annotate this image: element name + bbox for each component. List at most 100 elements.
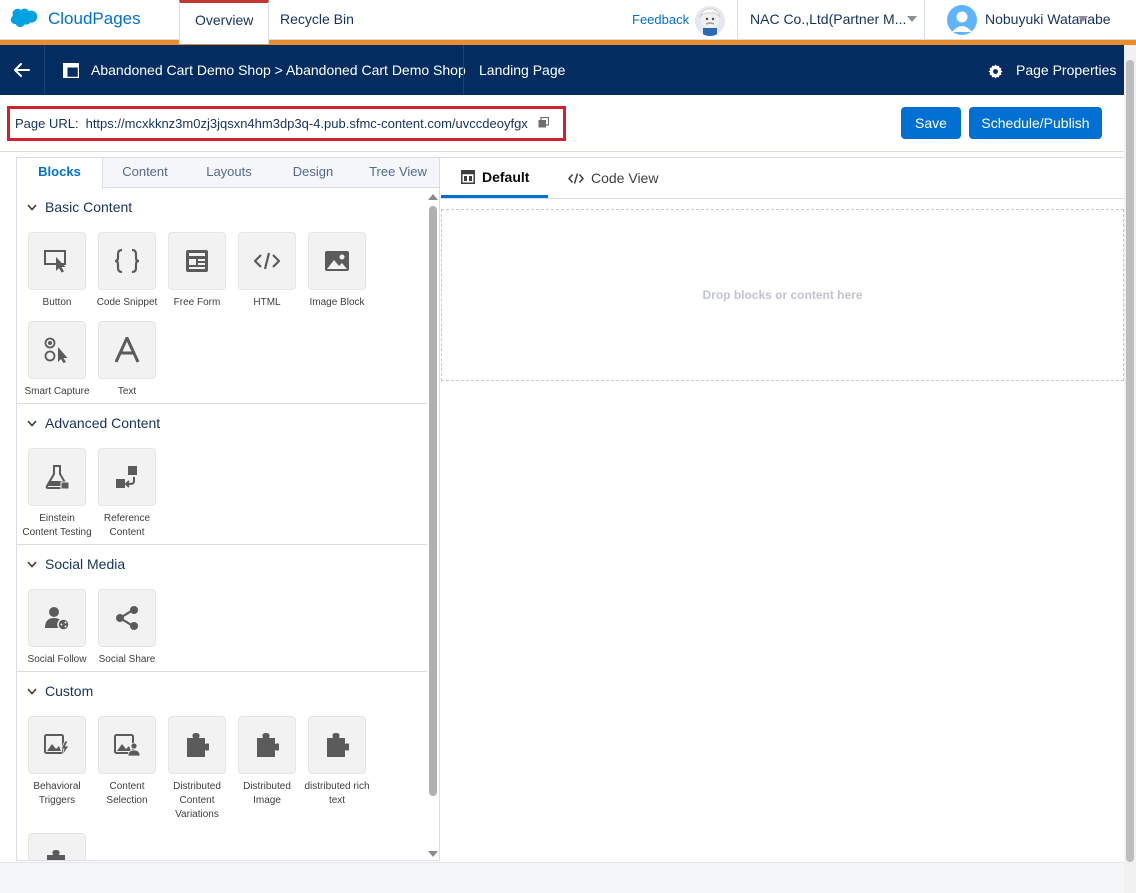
- org-caret-icon[interactable]: [907, 16, 917, 22]
- gear-icon[interactable]: [988, 64, 1003, 82]
- section-custom[interactable]: Custom: [27, 683, 93, 699]
- section-basic-content[interactable]: Basic Content: [27, 199, 132, 215]
- tab-content[interactable]: Content: [103, 158, 187, 188]
- block-content-selection[interactable]: Content Selection: [92, 716, 162, 808]
- divider: [17, 671, 427, 672]
- page-icon: [62, 62, 80, 81]
- einstein-avatar[interactable]: [695, 6, 725, 36]
- chevron-down-icon: [27, 203, 37, 211]
- page-properties-button[interactable]: Page Properties: [1016, 62, 1116, 78]
- block-label: Smart Capture: [24, 386, 90, 397]
- share-icon: [98, 589, 156, 647]
- divider: [44, 45, 45, 95]
- tab-label: Code View: [591, 170, 659, 186]
- tab-label: Default: [482, 168, 530, 185]
- block-distributed-rich-text[interactable]: distributed rich text: [302, 716, 372, 808]
- einstein-icon: [699, 8, 721, 36]
- tab-recycle-bin[interactable]: Recycle Bin: [265, 0, 369, 40]
- app-logo[interactable]: CloudPages: [10, 8, 141, 30]
- section-title: Basic Content: [45, 199, 133, 215]
- tab-code-view[interactable]: Code View: [568, 158, 658, 198]
- org-switcher[interactable]: NAC Co.,Ltd(Partner M...: [750, 11, 906, 27]
- chevron-down-icon: [27, 687, 37, 695]
- block-code-snippet[interactable]: Code Snippet: [92, 232, 162, 310]
- puzzle-icon: [308, 716, 366, 774]
- block-label: Content Selection: [106, 781, 148, 806]
- panel-tabs: Blocks Content Layouts Design Tree View: [17, 158, 439, 189]
- block-behavioral-triggers[interactable]: Behavioral Triggers: [22, 716, 92, 808]
- block-label: Social Share: [98, 654, 156, 665]
- copy-icon[interactable]: [538, 116, 549, 131]
- schedule-publish-button[interactable]: Schedule/Publish: [969, 107, 1102, 139]
- block-label: Image Block: [309, 297, 365, 308]
- divider: [463, 45, 464, 95]
- block-label: distributed rich text: [304, 781, 370, 806]
- feedback-link[interactable]: Feedback: [632, 12, 689, 27]
- section-advanced-content[interactable]: Advanced Content: [27, 415, 160, 431]
- tab-layouts[interactable]: Layouts: [187, 158, 271, 188]
- scroll-down-icon[interactable]: [428, 851, 438, 857]
- block-button[interactable]: Button: [22, 232, 92, 310]
- user-avatar[interactable]: [947, 5, 977, 35]
- page-canvas: Default Code View Drop blocks or content…: [440, 157, 1124, 861]
- image-icon: [308, 232, 366, 290]
- page-url-value[interactable]: https://mcxkknz3m0zj3jqsxn4hm3dp3q-4.pub…: [86, 116, 528, 131]
- block-distributed-content-variations[interactable]: Distributed Content Variations: [162, 716, 232, 822]
- block-html[interactable]: HTML: [232, 232, 302, 310]
- block-reference-content[interactable]: Reference Content: [92, 448, 162, 540]
- page-scroll-thumb[interactable]: [1126, 60, 1134, 862]
- divider: [440, 198, 1124, 199]
- page-url-label: Page URL:: [15, 116, 79, 131]
- smart-capture-icon: [28, 321, 86, 379]
- blocks-panel: Blocks Content Layouts Design Tree View …: [16, 157, 440, 861]
- section-title: Social Media: [45, 556, 126, 572]
- block-free-form[interactable]: Free Form: [162, 232, 232, 310]
- footer-strip: [0, 862, 1124, 893]
- puzzle-icon: [238, 716, 296, 774]
- salesforce-cloud-icon: [10, 8, 38, 28]
- section-title: Advanced Content: [45, 415, 161, 431]
- block-social-follow[interactable]: Social Follow: [22, 589, 92, 667]
- tab-tree-view[interactable]: Tree View: [355, 158, 439, 188]
- user-name[interactable]: Nobuyuki Watanabe: [985, 11, 1111, 27]
- drop-zone[interactable]: Drop blocks or content here: [441, 209, 1124, 381]
- divider: [737, 0, 738, 40]
- puzzle-icon: [168, 716, 226, 774]
- block-text[interactable]: Text: [92, 321, 162, 399]
- code-icon: [238, 232, 296, 290]
- image-person-icon: [98, 716, 156, 774]
- layout-icon: [461, 169, 475, 184]
- back-button[interactable]: [0, 45, 44, 95]
- section-social-media[interactable]: Social Media: [27, 556, 125, 572]
- image-lightning-icon: [28, 716, 86, 774]
- code-icon: [568, 172, 584, 184]
- block-partial[interactable]: [22, 833, 92, 860]
- block-image[interactable]: Image Block: [302, 232, 372, 310]
- tab-design[interactable]: Design: [271, 158, 355, 188]
- back-arrow-icon: [14, 63, 30, 77]
- panel-scroll-thumb[interactable]: [429, 206, 437, 796]
- scroll-up-icon[interactable]: [428, 194, 438, 200]
- block-label: Text: [117, 386, 137, 397]
- section-title: Custom: [45, 683, 94, 699]
- save-button[interactable]: Save: [901, 107, 961, 139]
- block-smart-capture[interactable]: Smart Capture: [22, 321, 92, 399]
- tab-default[interactable]: Default: [441, 158, 549, 198]
- social-follow-icon: [28, 589, 86, 647]
- tab-overview[interactable]: Overview: [179, 0, 270, 44]
- block-einstein-content-testing[interactable]: Einstein Content Testing: [22, 448, 92, 540]
- block-social-share[interactable]: Social Share: [92, 589, 162, 667]
- user-caret-icon[interactable]: [1078, 16, 1088, 22]
- block-label: Reference Content: [103, 513, 151, 538]
- top-bar: CloudPages Overview Recycle Bin Feedback…: [0, 0, 1136, 44]
- page-type-label: Landing Page: [479, 62, 566, 78]
- drop-zone-hint: Drop blocks or content here: [702, 288, 863, 302]
- breadcrumb[interactable]: Abandoned Cart Demo Shop > Abandoned Car…: [91, 62, 466, 78]
- block-label: Einstein Content Testing: [22, 513, 92, 538]
- page-url-box: Page URL: https://mcxkknz3m0zj3jqsxn4hm3…: [7, 106, 566, 141]
- user-icon: [952, 11, 972, 32]
- block-distributed-image[interactable]: Distributed Image: [232, 716, 302, 808]
- puzzle-icon: [28, 833, 86, 860]
- tab-blocks[interactable]: Blocks: [17, 158, 103, 189]
- flask-icon: [28, 448, 86, 506]
